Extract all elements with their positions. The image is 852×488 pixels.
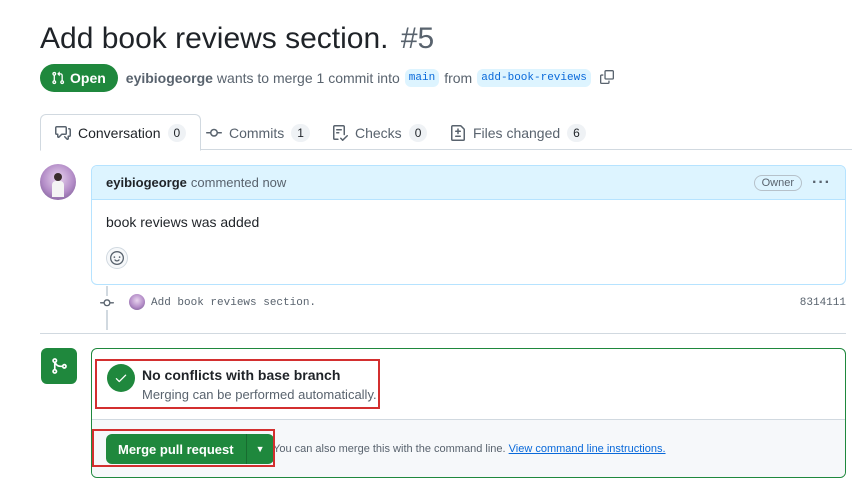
checklist-icon — [333, 124, 348, 141]
tab-counter: 0 — [408, 123, 428, 142]
merge-hint-text: You can also merge this with the command… — [273, 443, 506, 455]
merge-status-title: No conflicts with base branch — [142, 367, 341, 383]
avatar[interactable] — [40, 164, 76, 200]
tab-label: Files changed — [473, 124, 561, 141]
merge-pull-request-button[interactable]: Merge pull request — [106, 434, 246, 464]
comment-timestamp[interactable]: commented now — [191, 175, 286, 190]
tab-label: Conversation — [78, 124, 161, 141]
owner-badge: Owner — [753, 174, 803, 191]
kebab-menu-icon[interactable]: ··· — [812, 174, 831, 190]
merge-status-subtitle: Merging can be performed automatically. — [142, 387, 377, 402]
timeline-divider — [40, 333, 846, 334]
avatar-figure-head — [54, 173, 62, 181]
tab-label: Commits — [229, 124, 285, 141]
tab-conversation[interactable]: Conversation 0 — [40, 114, 202, 151]
comment-body: book reviews was added — [106, 214, 260, 230]
tab-checks[interactable]: Checks 0 — [318, 114, 441, 151]
chevron-down-icon[interactable]: ▼ — [245, 434, 274, 464]
comment-box: eyibiogeorge commented now Owner ··· boo… — [91, 165, 846, 285]
tab-counter: 0 — [167, 123, 187, 142]
merge-hint: You can also merge this with the command… — [273, 443, 666, 455]
pr-number: #5 — [400, 22, 435, 55]
commit-message-link[interactable]: Add book reviews section. — [151, 297, 316, 309]
git-commit-icon — [99, 296, 115, 310]
pr-title: Add book reviews section. — [40, 22, 389, 55]
merge-button-group: Merge pull request ▼ — [106, 434, 274, 464]
comment-header: eyibiogeorge commented now Owner ··· — [92, 166, 845, 200]
git-merge-icon — [41, 348, 77, 384]
comment-discussion-icon — [55, 125, 71, 140]
smiley-icon — [110, 251, 124, 265]
base-branch[interactable]: main — [404, 69, 440, 87]
tab-files-changed[interactable]: Files changed 6 — [436, 114, 600, 151]
pr-author-link[interactable]: eyibiogeorge — [126, 70, 213, 86]
from-text: from — [444, 70, 473, 86]
state-badge: Open — [40, 64, 118, 92]
head-branch[interactable]: add-book-reviews — [477, 69, 591, 87]
tab-label: Checks — [355, 124, 402, 141]
copy-icon[interactable] — [599, 70, 616, 86]
tab-counter: 6 — [567, 123, 586, 142]
pr-meta: Open eyibiogeorge wants to merge 1 commi… — [40, 64, 616, 92]
merge-text: wants to merge 1 commit into — [216, 70, 400, 86]
commit-sha-link[interactable]: 8314111 — [800, 297, 846, 309]
command-line-instructions-link[interactable]: View command line instructions. — [509, 443, 666, 455]
git-commit-icon — [206, 128, 222, 137]
pr-tabs: Conversation 0 Commits 1 Checks 0 Files … — [40, 114, 852, 151]
tab-counter: 1 — [291, 123, 310, 142]
tab-commits[interactable]: Commits 1 — [192, 114, 324, 151]
merge-footer: Merge pull request ▼ You can also merge … — [92, 419, 845, 477]
avatar-figure-body — [52, 181, 64, 197]
commit-author-avatar[interactable] — [129, 294, 145, 310]
check-circle-icon — [107, 364, 135, 392]
merge-box: No conflicts with base branch Merging ca… — [91, 348, 846, 478]
git-pull-request-icon — [52, 71, 65, 85]
merge-status: No conflicts with base branch Merging ca… — [92, 349, 845, 419]
comment-author-link[interactable]: eyibiogeorge — [106, 175, 187, 190]
state-label: Open — [70, 70, 106, 86]
file-diff-icon — [451, 124, 465, 141]
pr-title-row: Add book reviews section. #5 — [40, 22, 434, 56]
add-reaction-button[interactable] — [106, 247, 128, 269]
